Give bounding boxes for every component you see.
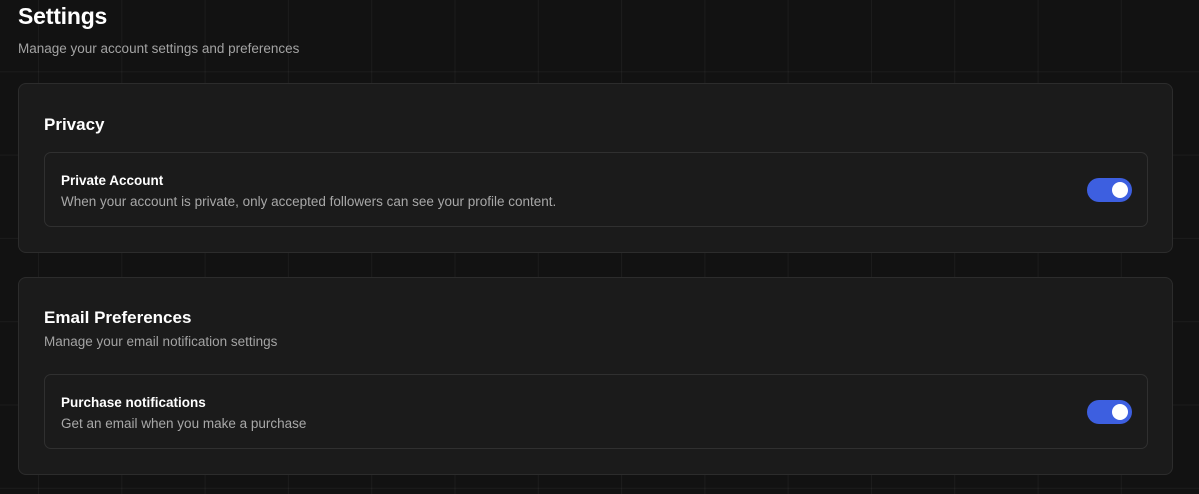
private-account-label: Private Account <box>61 173 164 188</box>
email-preferences-card: Email Preferences Manage your email noti… <box>18 277 1173 475</box>
private-account-toggle[interactable] <box>1087 178 1132 202</box>
page-subtitle: Manage your account settings and prefere… <box>18 41 300 56</box>
purchase-notifications-label: Purchase notifications <box>61 395 206 410</box>
purchase-notifications-setting: Purchase notifications Get an email when… <box>44 374 1148 449</box>
private-account-setting: Private Account When your account is pri… <box>44 152 1148 227</box>
email-preferences-title: Email Preferences <box>44 308 192 327</box>
email-preferences-description: Manage your email notification settings <box>44 334 278 349</box>
toggle-knob <box>1112 404 1128 420</box>
page-title: Settings <box>18 3 108 29</box>
privacy-card: Privacy Private Account When your accoun… <box>18 83 1173 253</box>
privacy-card-title: Privacy <box>44 115 105 134</box>
purchase-notifications-toggle[interactable] <box>1087 400 1132 424</box>
toggle-knob <box>1112 182 1128 198</box>
private-account-description: When your account is private, only accep… <box>61 194 557 209</box>
purchase-notifications-description: Get an email when you make a purchase <box>61 416 307 431</box>
